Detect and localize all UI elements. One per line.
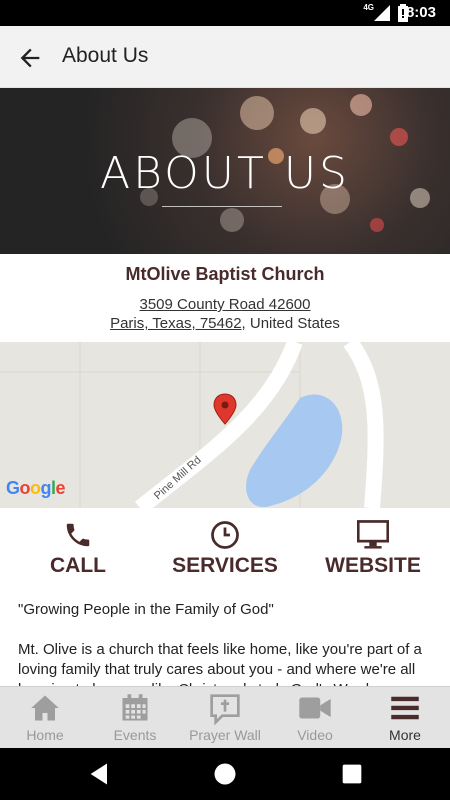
prayer-wall-icon (210, 694, 240, 725)
services-button[interactable]: SERVICES (165, 508, 285, 592)
tab-more[interactable]: More (360, 687, 450, 749)
address-country: , United States (241, 315, 340, 332)
action-bar: CALL SERVICES WEBSITE (0, 508, 450, 592)
church-description: Mt. Olive is a church that feels like ho… (18, 641, 422, 686)
bottom-navigation: Home Events Prayer Wall Video More (0, 686, 450, 748)
back-arrow-icon[interactable] (16, 44, 44, 72)
bokeh-light (370, 218, 384, 232)
status-time: 8:03 (405, 4, 436, 21)
hero-divider (162, 206, 282, 207)
tab-home[interactable]: Home (0, 687, 90, 749)
address-street-link[interactable]: 3509 County Road 42600 (140, 296, 311, 313)
map-road (343, 342, 384, 508)
app-bar: About Us (0, 26, 450, 88)
phone-icon (66, 523, 90, 547)
hero-banner: ABOUT US (0, 88, 450, 254)
website-label: WEBSITE (325, 554, 421, 577)
map-graphic: Pine Mill Rd (0, 342, 384, 508)
website-button[interactable]: WEBSITE (318, 508, 428, 592)
google-logo: Google (6, 478, 66, 498)
location-map[interactable]: Pine Mill Rd Google (0, 342, 450, 508)
hero-heading: ABOUT US (100, 148, 350, 199)
bokeh-light (240, 96, 274, 130)
clock-icon (211, 521, 239, 549)
system-navigation-bar (0, 748, 450, 800)
map-road-label: Pine Mill Rd (152, 454, 204, 502)
about-content: "Growing People in the Family of God" Mt… (0, 592, 450, 686)
tab-events-label: Events (113, 727, 157, 743)
home-icon (31, 695, 59, 721)
system-home-icon[interactable] (211, 760, 239, 788)
call-label: CALL (50, 554, 106, 577)
address-line2: Paris, Texas, 75462, United States (0, 315, 450, 332)
services-label: SERVICES (172, 554, 278, 577)
address-city-link[interactable]: Paris, Texas, 75462 (110, 315, 241, 332)
tab-prayer-wall-label: Prayer Wall (189, 727, 261, 743)
bokeh-light (300, 108, 326, 134)
menu-icon (391, 696, 419, 720)
call-button[interactable]: CALL (30, 508, 126, 592)
calendar-icon (122, 694, 148, 721)
video-camera-icon (299, 697, 331, 719)
tab-home-label: Home (26, 727, 64, 743)
tab-video[interactable]: Video (270, 687, 360, 749)
network-type: 4G (363, 3, 374, 12)
system-back-icon[interactable] (86, 760, 114, 788)
map-marker-icon (213, 393, 237, 425)
page-title: About Us (62, 44, 149, 67)
church-tagline: "Growing People in the Family of God" (18, 601, 274, 618)
tab-video-label: Video (297, 727, 333, 743)
church-name: MtOlive Baptist Church (125, 264, 325, 284)
bokeh-light (390, 128, 408, 146)
address-line1: 3509 County Road 42600 (0, 296, 450, 313)
tab-prayer-wall[interactable]: Prayer Wall (180, 687, 270, 749)
signal-icon (374, 5, 390, 21)
bokeh-light (220, 208, 244, 232)
system-recents-icon[interactable] (338, 760, 366, 788)
tab-more-label: More (389, 727, 421, 743)
bokeh-light (350, 94, 372, 116)
monitor-icon (357, 520, 389, 549)
tab-events[interactable]: Events (90, 687, 180, 749)
status-bar: 4G 8:03 (0, 0, 450, 26)
church-info: MtOlive Baptist Church 3509 County Road … (0, 254, 450, 342)
